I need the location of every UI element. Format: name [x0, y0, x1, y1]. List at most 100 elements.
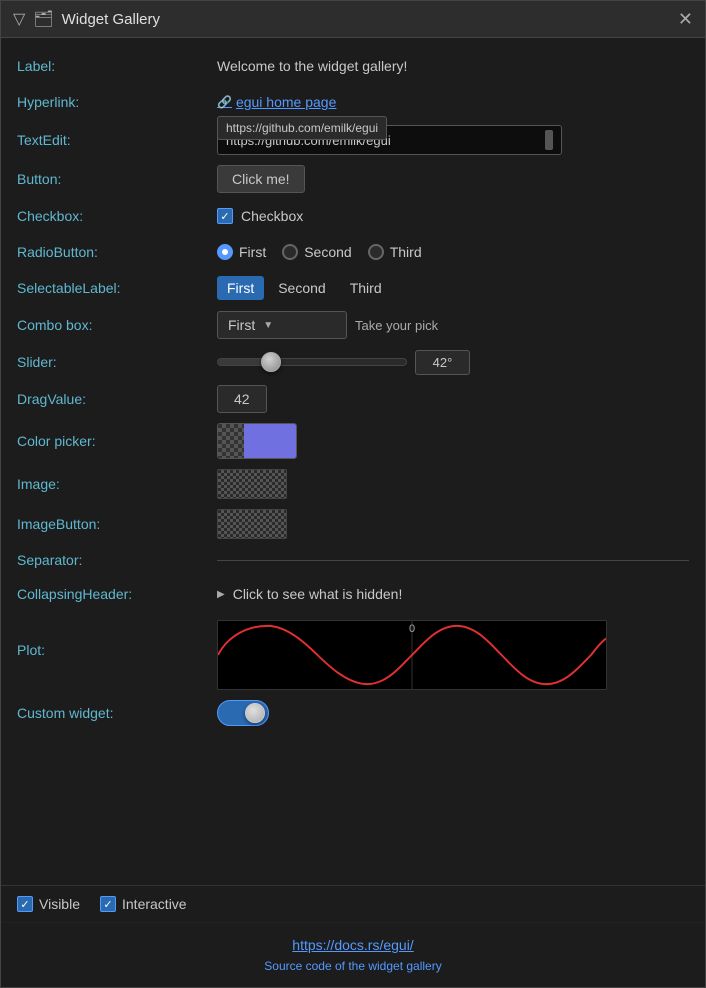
visible-checkbox[interactable]: ✓ Visible [17, 896, 80, 912]
radio-group: First Second Third [217, 244, 422, 260]
radio-option-first[interactable]: First [217, 244, 266, 260]
radio-circle-second[interactable] [282, 244, 298, 260]
close-button[interactable]: ✕ [678, 10, 693, 28]
color-checker-pattern [218, 424, 244, 458]
hyperlink-wrapper: 🔗 egui home page https://github.com/emil… [217, 94, 336, 110]
menu-icon[interactable]: ▽ [13, 9, 25, 29]
toggle-thumb [245, 703, 265, 723]
interactive-label: Interactive [122, 896, 187, 912]
colorpicker-label: Color picker: [17, 433, 217, 449]
title-bar-left: ▽ 🗂 Widget Gallery [13, 9, 160, 29]
toggle-container [217, 700, 269, 726]
separator-row: Separator: [17, 544, 689, 576]
selectable-label-label: SelectableLabel: [17, 280, 217, 296]
textedit-scrollbar[interactable] [545, 130, 553, 150]
combo-arrow-icon: ▼ [263, 320, 273, 331]
checkbox-row: Checkbox: ✓ Checkbox [17, 198, 689, 234]
checkbox-container[interactable]: ✓ Checkbox [217, 208, 303, 224]
plot-zero-label: 0 [409, 623, 415, 635]
interactive-checkbox-box[interactable]: ✓ [100, 896, 116, 912]
dragvalue-field[interactable]: 42 [217, 385, 267, 413]
welcome-text: Welcome to the widget gallery! [217, 58, 407, 74]
checkbox-text: Checkbox [241, 208, 303, 224]
plot-label: Plot: [17, 620, 217, 658]
plot-area[interactable]: 0 [217, 620, 607, 690]
checkbox-value: ✓ Checkbox [217, 208, 689, 224]
main-window: ▽ 🗂 Widget Gallery ✕ Label: Welcome to t… [0, 0, 706, 988]
combo-hint-text: Take your pick [355, 318, 438, 333]
visible-label: Visible [39, 896, 80, 912]
toggle-switch[interactable] [217, 700, 269, 726]
radio-option-second[interactable]: Second [282, 244, 351, 260]
plot-row: Plot: 0 [17, 612, 689, 695]
hyperlink-text[interactable]: egui home page [236, 94, 336, 110]
imagebutton-row: ImageButton: [17, 504, 689, 544]
button-value: Click me! [217, 165, 689, 193]
combobox-label: Combo box: [17, 317, 217, 333]
colorpicker-value [217, 423, 689, 459]
combo-box[interactable]: First ▼ [217, 311, 347, 339]
selectable-first[interactable]: First [217, 276, 264, 300]
image-button[interactable] [217, 509, 287, 539]
link-icon: 🔗 [217, 95, 232, 109]
collapsing-label: CollapsingHeader: [17, 586, 217, 602]
collapsing-value: ▶ Click to see what is hidden! [217, 586, 689, 602]
radio-option-third[interactable]: Third [368, 244, 422, 260]
button-label: Button: [17, 171, 217, 187]
color-picker[interactable] [217, 423, 297, 459]
slider-value: 42° [217, 350, 689, 375]
textedit-label: TextEdit: [17, 132, 217, 148]
radio-label-second: Second [304, 244, 351, 260]
label-field-value: Welcome to the widget gallery! [217, 58, 689, 74]
selectable-second[interactable]: Second [268, 276, 335, 300]
footer-links: https://docs.rs/egui/ Source code of the… [1, 922, 705, 987]
interactive-checkbox[interactable]: ✓ Interactive [100, 896, 187, 912]
hyperlink-link[interactable]: 🔗 egui home page [217, 94, 336, 110]
dragvalue-value: 42 [217, 385, 689, 413]
collapse-arrow-icon: ▶ [217, 589, 225, 600]
content-area: Label: Welcome to the widget gallery! Hy… [1, 38, 705, 885]
checkbox-box[interactable]: ✓ [217, 208, 233, 224]
custom-widget-label: Custom widget: [17, 705, 217, 721]
checkbox-checkmark: ✓ [220, 210, 229, 223]
visible-checkbox-box[interactable]: ✓ [17, 896, 33, 912]
slider-display: 42° [415, 350, 470, 375]
collapsing-row: CollapsingHeader: ▶ Click to see what is… [17, 576, 689, 612]
hyperlink-label: Hyperlink: [17, 94, 217, 110]
title-bar: ▽ 🗂 Widget Gallery ✕ [1, 1, 705, 38]
window-title: Widget Gallery [62, 11, 160, 28]
collapsing-text: Click to see what is hidden! [233, 586, 403, 602]
docs-link[interactable]: https://docs.rs/egui/ [15, 937, 691, 953]
custom-widget-row: Custom widget: [17, 695, 689, 731]
selectable-label-value: First Second Third [217, 276, 689, 300]
selectable-third[interactable]: Third [340, 276, 392, 300]
slider-track[interactable] [217, 358, 407, 366]
slider-thumb[interactable] [261, 352, 281, 372]
visible-checkmark: ✓ [20, 898, 29, 911]
slider-container: 42° [217, 350, 470, 375]
radio-circle-third[interactable] [368, 244, 384, 260]
selectable-label-row: SelectableLabel: First Second Third [17, 270, 689, 306]
checkbox-label: Checkbox: [17, 208, 217, 224]
collapsing-header[interactable]: ▶ Click to see what is hidden! [217, 586, 402, 602]
source-link[interactable]: Source code of the widget gallery [264, 959, 441, 973]
radiobutton-row: RadioButton: First Second Third [17, 234, 689, 270]
interactive-checkmark: ✓ [103, 898, 112, 911]
radiobutton-value: First Second Third [217, 244, 689, 260]
image-label: Image: [17, 476, 217, 492]
color-solid-swatch [244, 424, 296, 458]
custom-widget-value [217, 700, 689, 726]
label-row: Label: Welcome to the widget gallery! [17, 48, 689, 84]
combobox-value: First ▼ Take your pick [217, 311, 689, 339]
click-me-button[interactable]: Click me! [217, 165, 305, 193]
plot-value: 0 [217, 620, 689, 690]
dragvalue-label: DragValue: [17, 391, 217, 407]
combo-container: First ▼ Take your pick [217, 311, 438, 339]
radio-label-first: First [239, 244, 266, 260]
separator-line [217, 560, 689, 561]
dragvalue-row: DragValue: 42 [17, 380, 689, 418]
radio-circle-first[interactable] [217, 244, 233, 260]
radiobutton-label: RadioButton: [17, 244, 217, 260]
selectable-label-group: First Second Third [217, 276, 392, 300]
imagebutton-label: ImageButton: [17, 516, 217, 532]
